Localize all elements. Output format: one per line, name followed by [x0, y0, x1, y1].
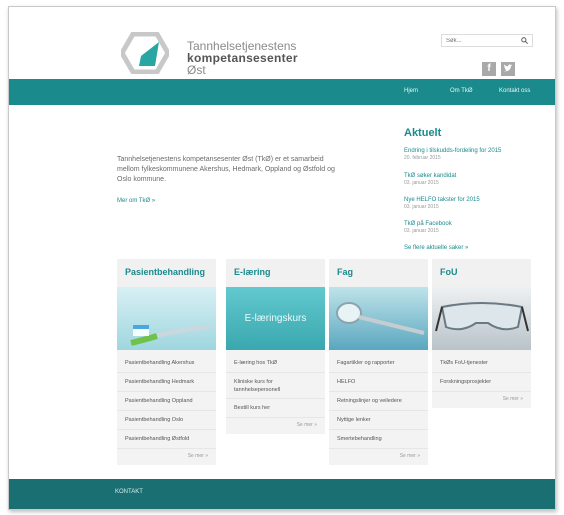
- column-more-link[interactable]: Se mer »: [432, 392, 531, 402]
- column-link[interactable]: Pasientbehandling Oslo: [117, 411, 216, 430]
- dental-mirror-image[interactable]: [329, 287, 428, 350]
- column-link[interactable]: Pasientbehandling Akershus: [117, 354, 216, 373]
- column-link-list: TkØs FoU-tjenester Forskningsprosjekter …: [432, 350, 531, 408]
- news-title[interactable]: TkØ på Facebook: [404, 220, 544, 228]
- column-link[interactable]: Smertebehandling: [329, 430, 428, 449]
- search-input[interactable]: [446, 37, 516, 44]
- column-link[interactable]: Pasientbehandling Oppland: [117, 392, 216, 411]
- column-link[interactable]: HELFO: [329, 373, 428, 392]
- column-link[interactable]: Forskningsprosjekter: [432, 373, 531, 392]
- footer: KONTAKT: [9, 479, 555, 509]
- about-more-link[interactable]: Mer om TkØ »: [117, 198, 155, 204]
- column-title[interactable]: E-læring: [226, 259, 325, 287]
- column-link-list: E-læring hos TkØ Kliniske kurs for tannh…: [226, 350, 325, 434]
- facebook-icon[interactable]: f: [482, 62, 496, 76]
- column-link[interactable]: Retningslinjer og veiledere: [329, 392, 428, 411]
- news-title[interactable]: Endring i tilskudds-fordeling for 2015: [404, 147, 544, 155]
- nav-item-home[interactable]: Hjem: [404, 88, 418, 94]
- column-more-link[interactable]: Se mer »: [117, 449, 216, 459]
- news-item[interactable]: TkØ søker kandidat 03. januar 2015: [404, 172, 544, 187]
- column-more-link[interactable]: Se mer »: [329, 449, 428, 459]
- intro-text: Tannhelsetjenestens kompetansesenter Øst…: [117, 156, 335, 183]
- category-column-fag: Fag Fagartikler og rapporter HELFO Retni…: [329, 259, 428, 465]
- news-date: 03. januar 2015: [404, 204, 439, 210]
- footer-contact-label: KONTAKT: [115, 489, 143, 495]
- toothbrush-image[interactable]: [117, 287, 216, 350]
- column-title[interactable]: Pasientbehandling: [117, 259, 216, 287]
- search-box: [441, 34, 533, 47]
- category-column-elearning: E-læring E-læringskurs E-læring hos TkØ …: [226, 259, 325, 434]
- browser-frame: Tannhelsetjenestens kompetansesenter Øst…: [8, 6, 556, 510]
- column-link[interactable]: Bestill kurs her: [226, 399, 325, 418]
- column-link[interactable]: Fagartikler og rapporter: [329, 354, 428, 373]
- logo-icon[interactable]: [121, 32, 169, 74]
- search-icon[interactable]: [521, 37, 528, 44]
- nav-item-contact[interactable]: Kontakt oss: [499, 88, 530, 94]
- column-link-list: Pasientbehandling Akershus Pasientbehand…: [117, 350, 216, 465]
- column-link[interactable]: E-læring hos TkØ: [226, 354, 325, 373]
- news-item[interactable]: Endring i tilskudds-fordeling for 2015 2…: [404, 147, 544, 162]
- column-link-list: Fagartikler og rapporter HELFO Retningsl…: [329, 350, 428, 465]
- news-date: 03. januar 2015: [404, 228, 439, 234]
- nav-item-about[interactable]: Om TkØ: [450, 88, 473, 94]
- news-title[interactable]: TkØ søker kandidat: [404, 172, 544, 180]
- column-link[interactable]: Pasientbehandling Hedmark: [117, 373, 216, 392]
- news-date: 03. januar 2015: [404, 180, 439, 186]
- safety-glasses-image[interactable]: [432, 287, 531, 350]
- news-heading: Aktuelt: [404, 127, 442, 139]
- category-column-patient: Pasientbehandling Pasientbehandling Aker…: [117, 259, 216, 465]
- column-more-link[interactable]: Se mer »: [226, 418, 325, 428]
- news-item[interactable]: TkØ på Facebook 03. januar 2015: [404, 220, 544, 235]
- column-title[interactable]: FoU: [432, 259, 531, 287]
- column-title[interactable]: Fag: [329, 259, 428, 287]
- main-navigation: Hjem Om TkØ Kontakt oss: [9, 79, 555, 105]
- brand-name[interactable]: Tannhelsetjenestens kompetansesenter Øst: [187, 40, 298, 76]
- news-all-link[interactable]: Se flere aktuelle saker »: [404, 245, 468, 251]
- category-column-fou: FoU TkØs FoU-tjenester Forskningsprosjek…: [432, 259, 531, 408]
- news-item[interactable]: Nye HELFO takster for 2015 03. januar 20…: [404, 196, 544, 211]
- column-link[interactable]: Kliniske kurs for tannhelsepersonell: [226, 373, 325, 399]
- elearning-banner-image[interactable]: E-læringskurs: [226, 287, 325, 350]
- column-link[interactable]: TkØs FoU-tjenester: [432, 354, 531, 373]
- news-title[interactable]: Nye HELFO takster for 2015: [404, 196, 544, 204]
- column-link[interactable]: Nyttige lenker: [329, 411, 428, 430]
- column-link[interactable]: Pasientbehandling Østfold: [117, 430, 216, 449]
- brand-line-3: Øst: [187, 63, 206, 77]
- news-date: 20. februar 2015: [404, 155, 441, 161]
- twitter-icon[interactable]: [501, 62, 515, 76]
